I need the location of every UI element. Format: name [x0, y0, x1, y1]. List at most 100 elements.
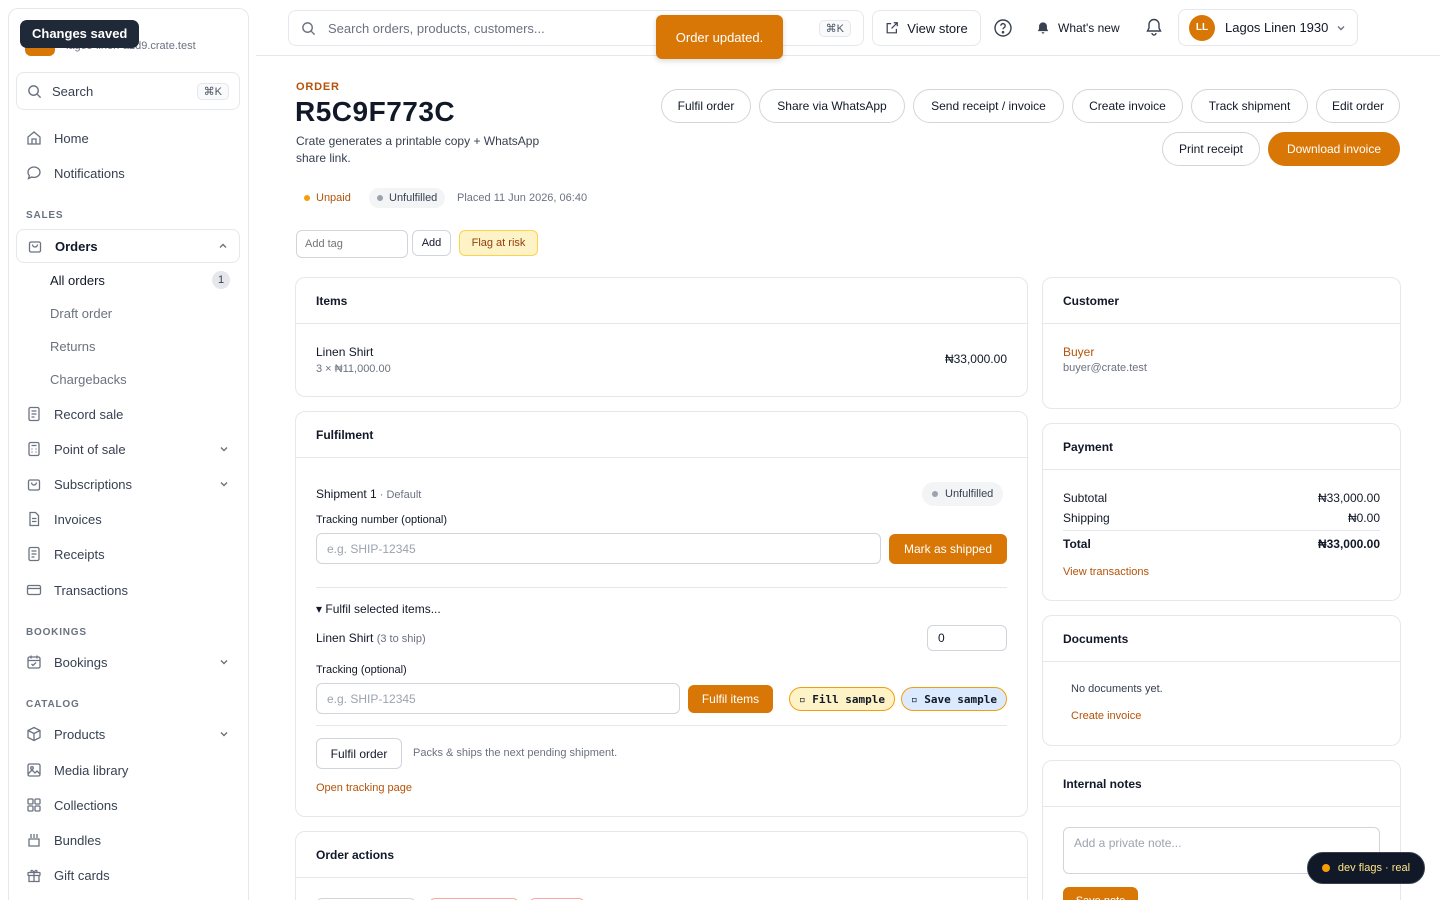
mark-as-shipped-button[interactable]: Mark as shipped: [889, 534, 1007, 564]
shipment-title: Shipment 1 · Default: [316, 487, 421, 501]
fulfilment-status-label: Unfulfilled: [389, 192, 438, 204]
fill-sample-button[interactable]: ▫ Fill sample: [789, 687, 895, 711]
sidebar-item-bookings[interactable]: Bookings: [16, 645, 240, 679]
sidebar-item-label: Returns: [50, 338, 96, 354]
fulfilment-card-title: Fulfilment: [296, 412, 1027, 458]
sidebar-search[interactable]: Search ⌘K: [16, 72, 240, 110]
fulfil-selected-toggle[interactable]: ▾ Fulfil selected items...: [316, 602, 441, 616]
account-name: Lagos Linen 1930: [1225, 20, 1329, 35]
status-dot: [932, 491, 938, 497]
payment-card-title: Payment: [1043, 424, 1400, 470]
notifications-bell-icon[interactable]: [1144, 17, 1164, 37]
fulfil-order-button[interactable]: Fulfil order: [661, 89, 751, 123]
sidebar-item-record-sale[interactable]: Record sale: [16, 397, 240, 431]
internal-notes-card-title: Internal notes: [1043, 761, 1400, 807]
chat-bubble-icon: [26, 165, 42, 181]
global-search-placeholder: Search orders, products, customers...: [328, 20, 545, 36]
flag-at-risk-button[interactable]: Flag at risk: [459, 230, 538, 256]
edit-order-button[interactable]: Edit order: [1316, 89, 1400, 123]
track-shipment-button[interactable]: Track shipment: [1191, 89, 1308, 123]
account-menu[interactable]: LL Lagos Linen 1930: [1178, 9, 1358, 46]
send-receipt-button[interactable]: Send receipt / invoice: [913, 89, 1064, 123]
view-store-button[interactable]: View store: [872, 10, 981, 46]
shipment-status-label: Unfulfilled: [945, 488, 994, 500]
items-card: Items Linen Shirt 3 × ₦11,000.00 ₦33,000…: [295, 277, 1028, 397]
customer-card-title: Customer: [1043, 278, 1400, 324]
total-label: Total: [1063, 537, 1091, 551]
receipt-icon: [26, 546, 42, 562]
box-icon: [26, 726, 42, 742]
sidebar-subitem-returns[interactable]: Returns: [40, 331, 240, 361]
fulfil-items-button[interactable]: Fulfil items: [688, 685, 773, 713]
dev-flags-label: dev flags · real: [1337, 862, 1411, 874]
chevron-down-icon: [218, 478, 230, 490]
whats-new-button[interactable]: What's new: [1036, 18, 1120, 38]
documents-card: Documents No documents yet. Create invoi…: [1042, 615, 1401, 746]
sidebar-item-subscriptions[interactable]: Subscriptions: [16, 467, 240, 501]
view-transactions-link[interactable]: View transactions: [1063, 566, 1149, 578]
items-card-title: Items: [296, 278, 1027, 324]
status-dot: [304, 195, 310, 201]
save-note-button[interactable]: Save note: [1063, 887, 1138, 900]
placed-timestamp: Placed 11 Jun 2026, 06:40: [457, 192, 588, 204]
sidebar-item-transactions[interactable]: Transactions: [16, 573, 240, 607]
sidebar-item-home[interactable]: Home: [16, 121, 240, 155]
shipping-value: ₦0.00: [1347, 511, 1380, 525]
save-sample-button[interactable]: ▫ Save sample: [901, 687, 1007, 711]
download-invoice-button[interactable]: Download invoice: [1268, 132, 1400, 166]
dev-flags-pill[interactable]: dev flags · real: [1307, 852, 1425, 884]
fulfilment-card: Fulfilment Shipment 1 · Default Unfulfil…: [295, 411, 1028, 817]
add-tag-input[interactable]: [296, 230, 408, 258]
sidebar-item-collections[interactable]: Collections: [16, 788, 240, 822]
status-dot: [1321, 864, 1330, 872]
sidebar-item-point-of-sale[interactable]: Point of sale: [16, 432, 240, 466]
order-actions-card-title: Order actions: [296, 832, 1027, 878]
section-label-catalog: CATALOG: [26, 699, 80, 710]
divider: [316, 587, 1007, 588]
sidebar-item-label: Gift cards: [54, 867, 110, 883]
sidebar-item-gift-cards[interactable]: Gift cards: [16, 858, 240, 892]
print-receipt-button[interactable]: Print receipt: [1162, 132, 1260, 166]
sidebar-subitem-chargebacks[interactable]: Chargebacks: [40, 364, 240, 394]
sidebar-item-products[interactable]: Products: [16, 717, 240, 751]
sidebar-subitem-all-orders[interactable]: All orders 1: [40, 265, 240, 295]
shipping-label: Shipping: [1063, 511, 1110, 525]
chevron-down-icon: [218, 656, 230, 668]
line-item-total: ₦33,000.00: [944, 352, 1007, 366]
create-invoice-button[interactable]: Create invoice: [1072, 89, 1183, 123]
shipment-name: Shipment 1: [316, 487, 377, 501]
help-icon[interactable]: [993, 18, 1013, 38]
sidebar-item-label: Record sale: [54, 406, 124, 422]
view-store-label: View store: [907, 20, 968, 36]
divider: [1063, 530, 1380, 531]
sidebar-item-orders[interactable]: Orders: [16, 229, 240, 263]
image-icon: [26, 762, 42, 778]
fulfil-item-name: Linen Shirt: [316, 631, 374, 645]
documents-create-invoice-link[interactable]: Create invoice: [1071, 710, 1141, 722]
calendar-icon: [26, 654, 42, 670]
customer-name-link[interactable]: Buyer: [1063, 345, 1094, 359]
sidebar-item-receipts[interactable]: Receipts: [16, 537, 240, 571]
tracking-number-input[interactable]: e.g. SHIP-12345: [316, 533, 881, 564]
home-icon: [26, 130, 42, 146]
fulfil-item-row: Linen Shirt (3 to ship): [316, 631, 426, 645]
chevron-down-icon: [1335, 22, 1347, 34]
share-whatsapp-button[interactable]: Share via WhatsApp: [759, 89, 905, 123]
credit-card-icon: [26, 582, 42, 598]
sidebar-subitem-draft-order[interactable]: Draft order: [40, 298, 240, 328]
tracking-optional-label: Tracking (optional): [316, 664, 407, 676]
fulfil-order-secondary-button[interactable]: Fulfil order: [316, 738, 402, 769]
add-tag-button[interactable]: Add: [412, 230, 451, 256]
payment-card: Payment Subtotal ₦33,000.00 Shipping ₦0.…: [1042, 423, 1401, 601]
sidebar-item-media-library[interactable]: Media library: [16, 753, 240, 787]
customer-email: buyer@crate.test: [1063, 362, 1147, 374]
sidebar-item-notifications[interactable]: Notifications: [16, 156, 240, 190]
changes-saved-toast: Changes saved: [20, 20, 140, 48]
sidebar-item-invoices[interactable]: Invoices: [16, 502, 240, 536]
payment-status-label: Unpaid: [316, 192, 351, 204]
bag-icon: [26, 476, 42, 492]
sidebar-item-bundles[interactable]: Bundles: [16, 823, 240, 857]
open-tracking-link[interactable]: Open tracking page: [316, 782, 412, 794]
fulfil-quantity-input[interactable]: 0: [927, 625, 1007, 651]
fulfil-tracking-input[interactable]: e.g. SHIP-12345: [316, 683, 680, 714]
